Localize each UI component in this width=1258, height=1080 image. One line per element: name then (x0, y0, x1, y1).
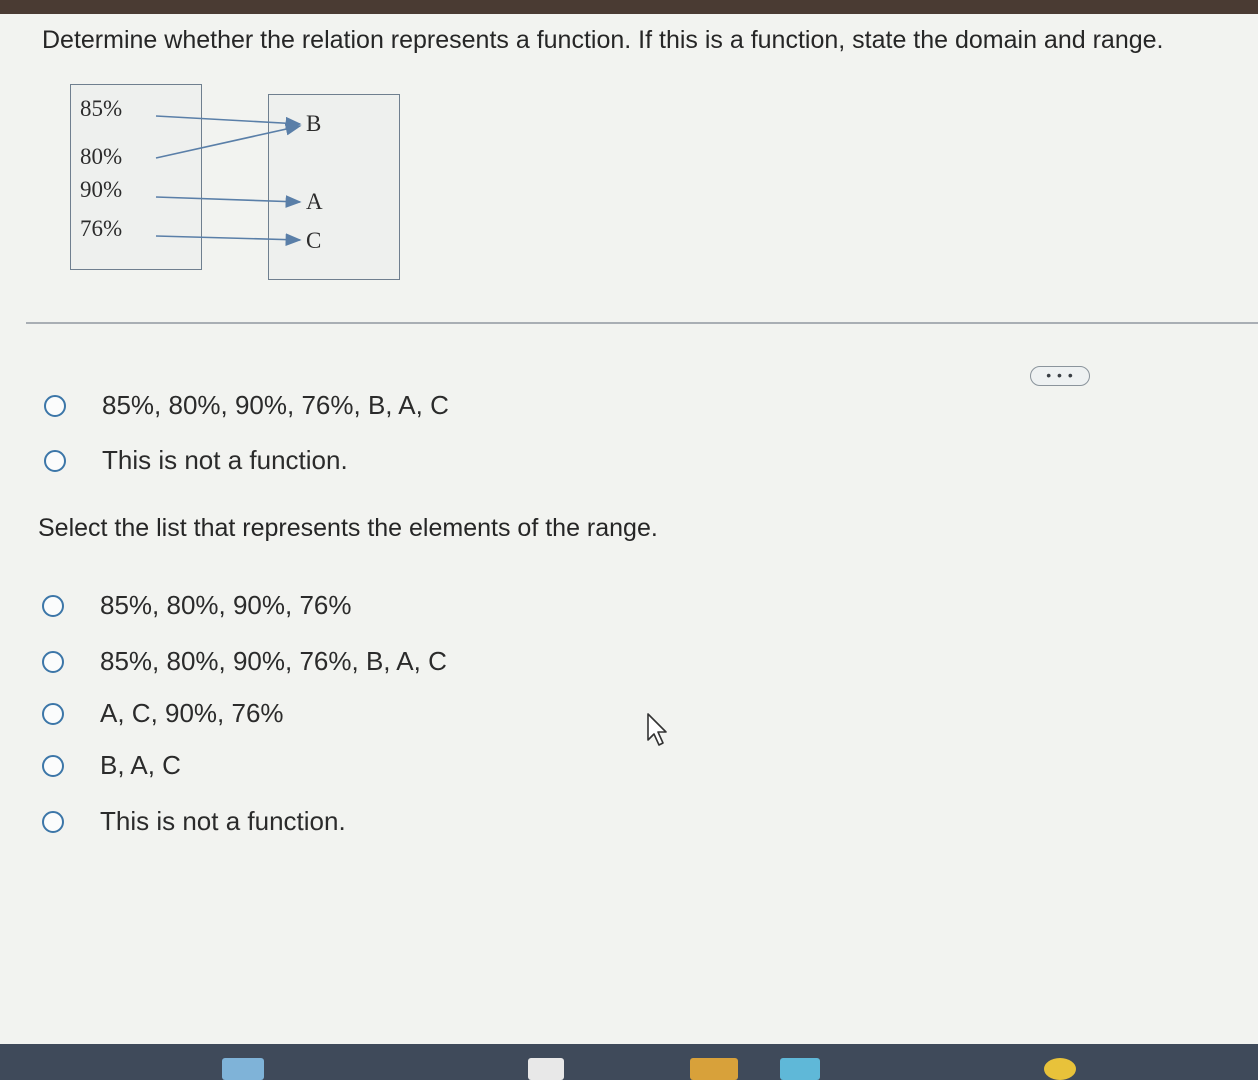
option-label: B, A, C (100, 750, 181, 780)
section-divider (26, 322, 1258, 324)
taskbar-app-icon[interactable] (528, 1058, 564, 1080)
part1-option-2[interactable]: This is not a function. (44, 445, 348, 476)
option-label: This is not a function. (102, 445, 348, 475)
part2-option-3[interactable]: A, C, 90%, 76% (42, 698, 284, 729)
arrow-76-to-C (155, 233, 302, 246)
arrow-80-to-B (155, 122, 302, 159)
range-prompt: Select the list that represents the elem… (38, 514, 658, 542)
radio-button[interactable] (42, 754, 64, 777)
mouse-pointer-icon (647, 713, 667, 746)
taskbar-app-icon[interactable] (780, 1058, 820, 1080)
part2-option-5[interactable]: This is not a function. (42, 806, 346, 837)
part2-option-2[interactable]: 85%, 80%, 90%, 76%, B, A, C (42, 646, 447, 677)
radio-button[interactable] (42, 594, 64, 617)
taskbar-app-icon[interactable] (222, 1058, 264, 1080)
option-label: 85%, 80%, 90%, 76%, B, A, C (100, 646, 447, 676)
radio-button[interactable] (42, 650, 64, 673)
taskbar-app-icon[interactable] (1044, 1058, 1076, 1080)
radio-button[interactable] (44, 394, 66, 417)
taskbar-app-icon[interactable] (690, 1058, 738, 1080)
radio-button[interactable] (42, 702, 64, 725)
arrow-85-to-B (155, 115, 302, 130)
arrow-90-to-A (155, 195, 302, 208)
more-options-button[interactable]: • • • (1030, 366, 1090, 386)
radio-button[interactable] (42, 810, 64, 833)
part1-option-1[interactable]: 85%, 80%, 90%, 76%, B, A, C (44, 390, 449, 421)
radio-button[interactable] (44, 449, 66, 472)
part2-option-4[interactable]: B, A, C (42, 750, 181, 781)
mapping-arrows (155, 115, 302, 246)
option-label: 85%, 80%, 90%, 76% (100, 590, 352, 620)
option-label: A, C, 90%, 76% (100, 698, 284, 728)
part2-option-1[interactable]: 85%, 80%, 90%, 76% (42, 590, 352, 621)
option-label: 85%, 80%, 90%, 76%, B, A, C (102, 390, 449, 420)
option-label: This is not a function. (100, 806, 346, 836)
